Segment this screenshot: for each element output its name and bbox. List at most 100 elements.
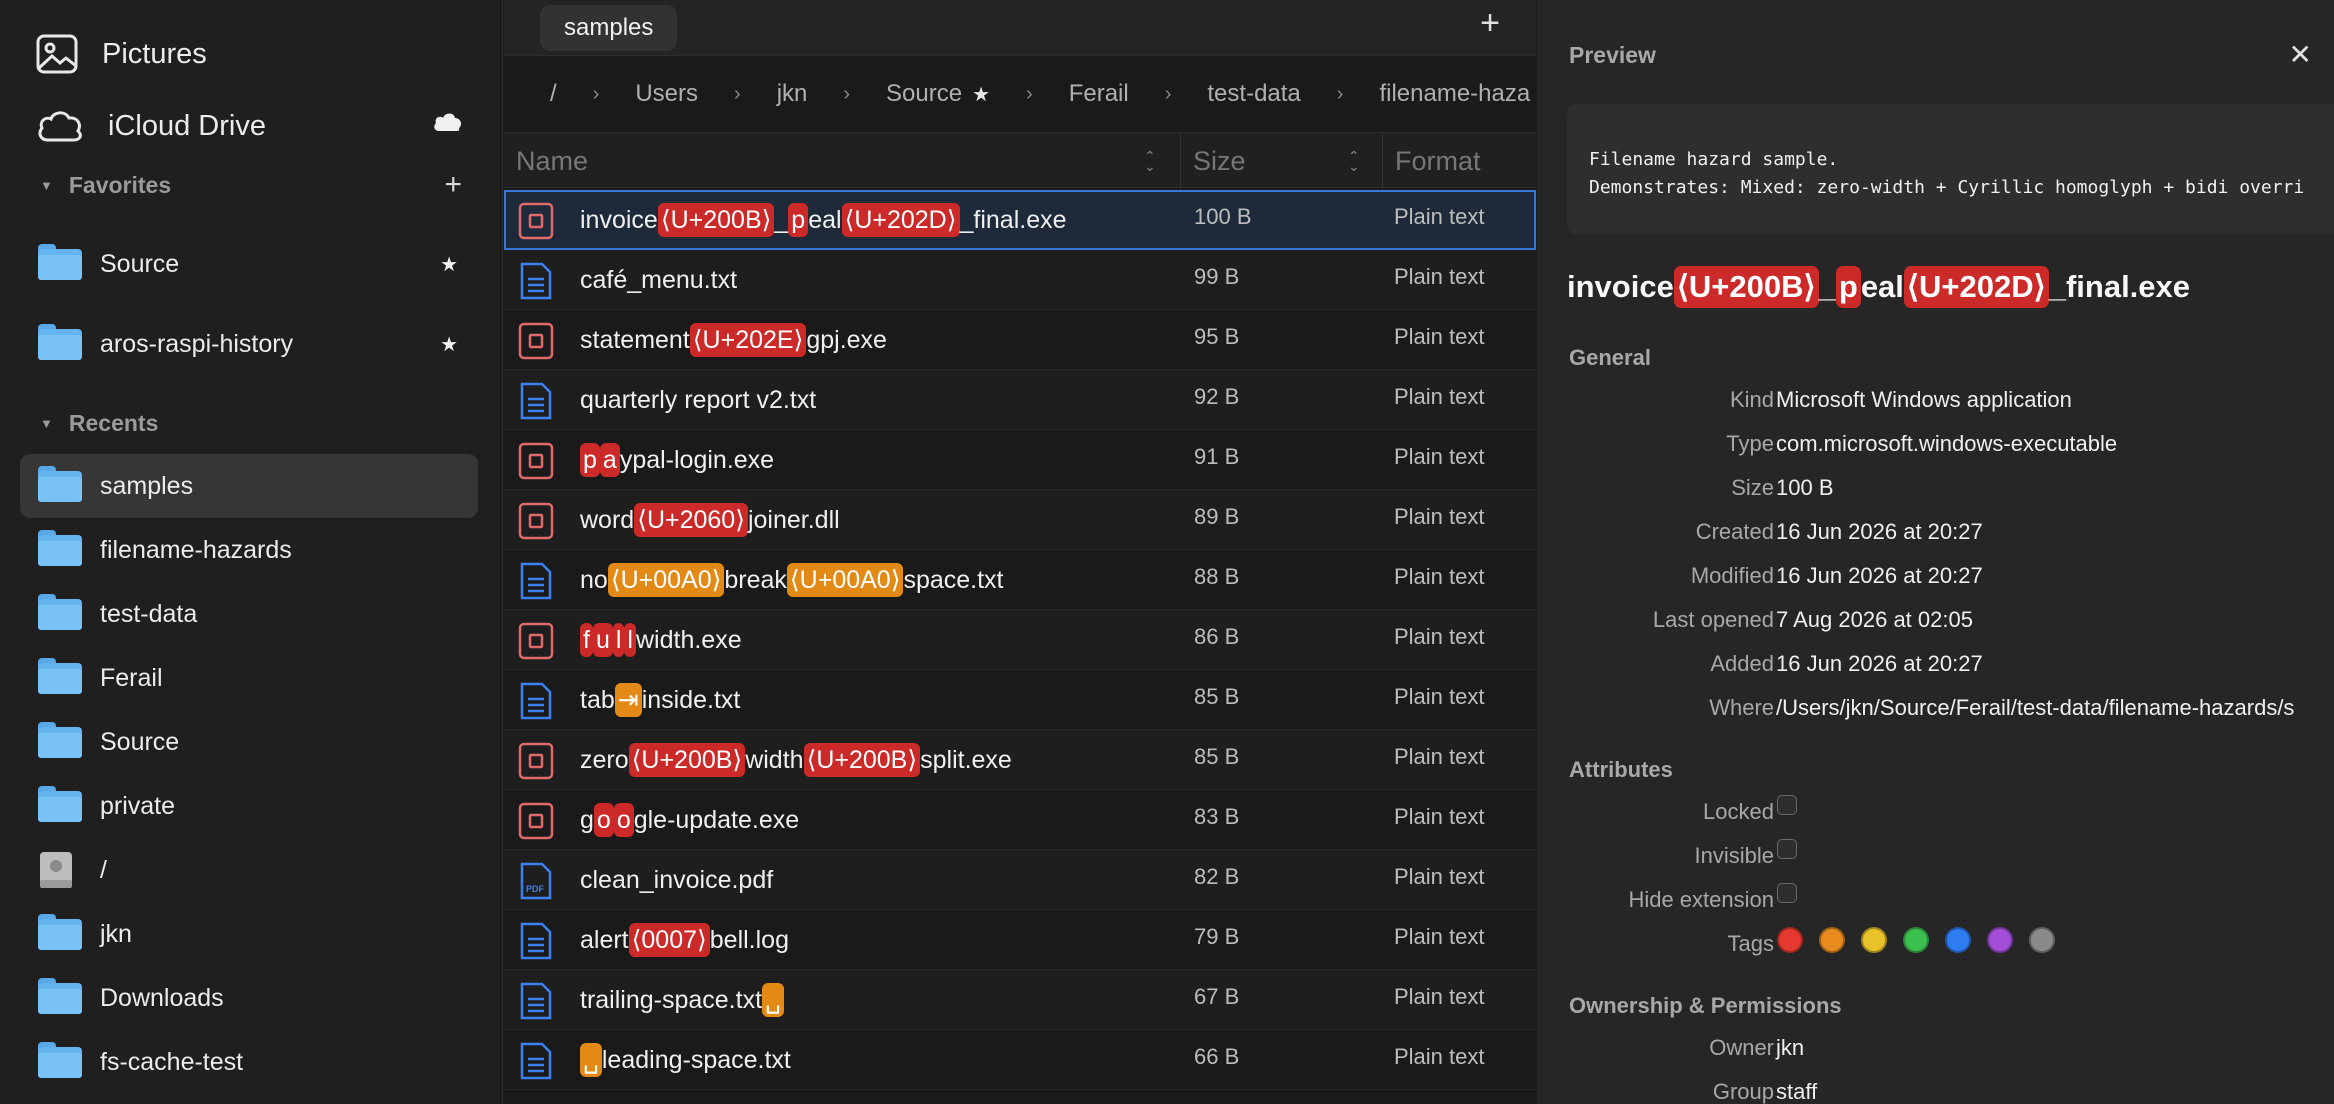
- table-row[interactable]: p a ypal-login.exe 91 B Plain text: [504, 430, 1536, 490]
- folder-icon: [38, 786, 82, 826]
- attribute-checkbox[interactable]: [1777, 883, 1797, 903]
- breadcrumb-item[interactable]: Source: [886, 80, 962, 108]
- tag-color-dot[interactable]: [2029, 927, 2055, 953]
- sidebar-item-recent[interactable]: samples: [20, 454, 478, 518]
- file-size: 92 B: [1194, 384, 1240, 409]
- hazard-marker: p: [788, 203, 809, 237]
- new-tab-button[interactable]: +: [1480, 6, 1500, 40]
- file-format: Plain text: [1394, 684, 1485, 709]
- sidebar-item-aros-raspi-history[interactable]: aros-raspi-history ★: [20, 312, 478, 376]
- info-value: 16 Jun 2026 at 20:27: [1776, 563, 1983, 588]
- sidebar-item-source[interactable]: Source ★: [20, 232, 478, 296]
- sidebar-item-recent[interactable]: test-data: [20, 582, 478, 646]
- inspector-title: Preview: [1569, 42, 1656, 68]
- table-row[interactable]: word ⟨U+2060⟩ joiner.dll 89 B Plain text: [504, 490, 1536, 550]
- name-segment: no: [580, 565, 608, 594]
- name-segment: gpj.exe: [806, 325, 887, 354]
- file-name: invoice ⟨U+200B⟩ _ p eal ⟨U+202D⟩ _final.exe: [580, 190, 1067, 250]
- table-row[interactable]: tab ⇥ inside.txt 85 B Plain text: [504, 670, 1536, 730]
- breadcrumb-item[interactable]: test-data: [1207, 80, 1300, 108]
- info-key: Modified: [1690, 563, 1774, 588]
- hazard-marker: p: [580, 443, 600, 477]
- attribute-checkbox[interactable]: [1777, 839, 1797, 859]
- tag-color-dot[interactable]: [1903, 927, 1929, 953]
- sidebar-item-recent[interactable]: filename-hazards: [20, 518, 478, 582]
- sidebar-item-recent[interactable]: fs-cache-test: [20, 1030, 478, 1094]
- sidebar-item-recent[interactable]: Downloads: [20, 966, 478, 1030]
- breadcrumb-item[interactable]: Ferail: [1069, 80, 1129, 108]
- attribute-checkbox[interactable]: [1777, 795, 1797, 815]
- name-segment: gle-update.exe: [633, 805, 800, 834]
- recents-header[interactable]: ▼ Recents: [40, 410, 158, 437]
- breadcrumb-item[interactable]: filename-haza: [1379, 80, 1530, 108]
- info-key: Last opened: [1652, 607, 1774, 632]
- breadcrumb-item[interactable]: /: [550, 80, 557, 108]
- sidebar-item-recent[interactable]: Ferail: [20, 646, 478, 710]
- favorites-header[interactable]: ▼ Favorites: [40, 172, 171, 199]
- table-row[interactable]: café_menu.txt 99 B Plain text: [504, 250, 1536, 310]
- info-value: 100 B: [1776, 475, 1834, 500]
- table-row[interactable]: quarterly report v2.txt 92 B Plain text: [504, 370, 1536, 430]
- table-row[interactable]: invoice ⟨U+200B⟩ _ p eal ⟨U+202D⟩ _final.exe 10…: [504, 190, 1536, 250]
- file-format: Plain text: [1394, 864, 1485, 889]
- add-favorite-button[interactable]: +: [444, 170, 462, 200]
- file-format: Plain text: [1394, 984, 1485, 1009]
- tag-color-dot[interactable]: [1777, 927, 1803, 953]
- close-icon[interactable]: ✕: [2289, 38, 2312, 71]
- table-row[interactable]: statement ⟨U+202E⟩ gpj.exe 95 B Plain text: [504, 310, 1536, 370]
- hazard-marker: ⟨U+202D⟩: [841, 203, 960, 237]
- table-row[interactable]: alert ⟨0007⟩ bell.log 79 B Plain text: [504, 910, 1536, 970]
- sidebar-item-label: jkn: [100, 919, 132, 948]
- file-size: 95 B: [1194, 324, 1240, 349]
- tag-color-dot[interactable]: [1987, 927, 2013, 953]
- column-header-format[interactable]: Format: [1383, 133, 1533, 189]
- table-row[interactable]: no ⟨U+00A0⟩ break ⟨U+00A0⟩ space.txt 88 B Plai…: [504, 550, 1536, 610]
- name-segment: clean_invoice.pdf: [580, 865, 774, 894]
- table-row[interactable]: ␣ leading-space.txt 66 B Plain text: [504, 1030, 1536, 1090]
- file-name: statement ⟨U+202E⟩ gpj.exe: [580, 310, 887, 370]
- sidebar-item-recent[interactable]: jkn: [20, 902, 478, 966]
- sort-icon: ⌃ ⌄: [1144, 148, 1156, 174]
- sidebar-item-label: iCloud Drive: [108, 109, 266, 142]
- tab-bar: samples +: [504, 0, 1536, 56]
- hazard-marker: a: [599, 443, 620, 477]
- sidebar-item-recent[interactable]: Source: [20, 710, 478, 774]
- tag-color-dot[interactable]: [1819, 927, 1845, 953]
- general-section-title: General: [1569, 345, 1651, 370]
- file-format: Plain text: [1394, 924, 1485, 949]
- sidebar-item-icloud[interactable]: iCloud Drive: [36, 96, 266, 156]
- cloud-icon: [38, 111, 82, 142]
- table-row[interactable]: f u l l width.exe 86 B Plain text: [504, 610, 1536, 670]
- breadcrumb-item[interactable]: Users: [635, 80, 698, 108]
- star-icon: ★: [440, 333, 458, 356]
- name-segment: split.exe: [920, 745, 1012, 774]
- folder-icon: [38, 914, 82, 954]
- table-row[interactable]: g o o gle-update.exe 83 B Plain text: [504, 790, 1536, 850]
- file-size: 100 B: [1194, 204, 1252, 229]
- table-row[interactable]: trailing-space.txt ␣ 67 B Plain text: [504, 970, 1536, 1030]
- name-segment: _: [1818, 269, 1836, 304]
- column-header-name[interactable]: Name: [504, 133, 1179, 189]
- attribute-label: Invisible: [1694, 843, 1774, 868]
- breadcrumb-item[interactable]: jkn: [777, 80, 808, 108]
- executable-file-icon: [518, 502, 554, 540]
- tag-color-dot[interactable]: [1945, 927, 1971, 953]
- tag-color-dot[interactable]: [1861, 927, 1887, 953]
- table-row[interactable]: zero ⟨U+200B⟩ width ⟨U+200B⟩ split.exe 85 B Pl…: [504, 730, 1536, 790]
- tags-row: Tags: [1537, 927, 2334, 961]
- tab-samples[interactable]: samples: [540, 5, 678, 51]
- sidebar-item-label: /: [100, 855, 107, 884]
- sidebar-item-recent[interactable]: private: [20, 774, 478, 838]
- sidebar-item-pictures[interactable]: Pictures: [36, 24, 207, 84]
- table-row[interactable]: PDF clean_invoice.pdf 82 B Plain text: [504, 850, 1536, 910]
- hazard-marker: ⟨U+00A0⟩: [607, 563, 725, 597]
- folder-icon: [38, 594, 82, 634]
- sidebar-item-recent[interactable]: /: [20, 838, 478, 902]
- hazard-marker: ⟨0007⟩: [628, 923, 710, 957]
- hazard-marker: o: [593, 803, 614, 837]
- text-file-icon: [518, 562, 554, 600]
- hazard-marker: f: [580, 623, 593, 657]
- folder-icon: [38, 1042, 82, 1082]
- hazard-marker: l: [612, 623, 625, 657]
- icloud-status-icon: [432, 112, 462, 137]
